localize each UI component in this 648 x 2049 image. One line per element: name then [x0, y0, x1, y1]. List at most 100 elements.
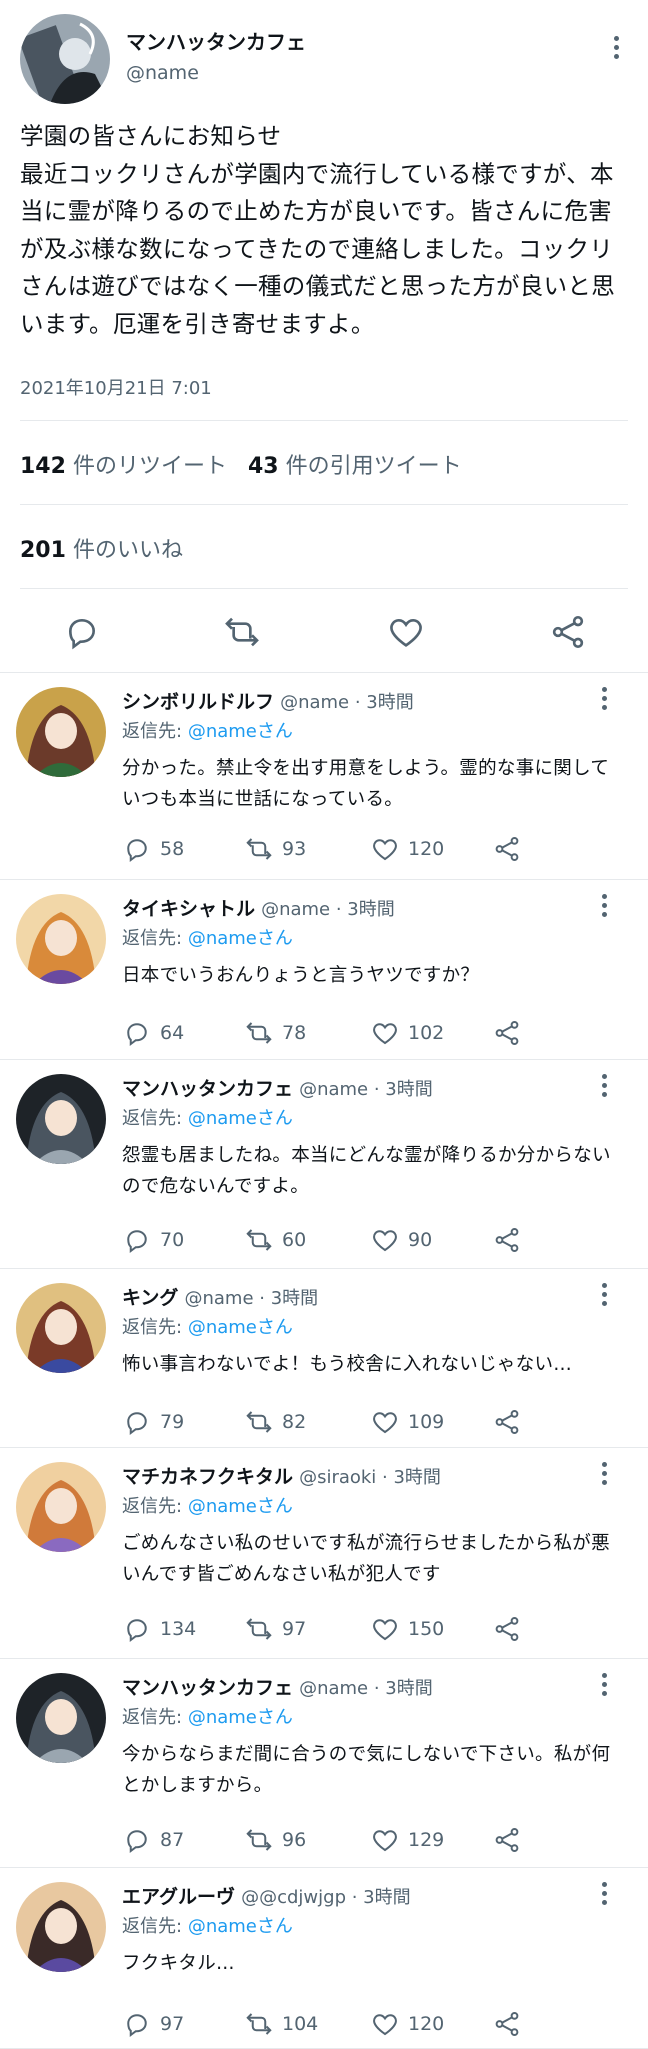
reply-display-name[interactable]: キング — [122, 1287, 178, 1309]
reply-author[interactable]: マチカネフクキタル @siraoki · 3時間 — [122, 1462, 441, 1489]
more-icon[interactable] — [594, 1673, 614, 1699]
reply-display-name[interactable]: マチカネフクキタル — [122, 1466, 293, 1488]
display-name[interactable]: マンハッタンカフェ — [126, 26, 306, 55]
reply-button[interactable]: 97 — [122, 2006, 184, 2042]
like-button[interactable]: 120 — [370, 2006, 444, 2042]
retweet-button[interactable]: 96 — [244, 1822, 306, 1858]
reply-count: 79 — [160, 1411, 185, 1433]
reply-icon[interactable] — [62, 612, 102, 652]
mention-link[interactable]: @nameさん — [188, 1916, 293, 1937]
reply-display-name[interactable]: マンハッタンカフェ — [122, 1078, 293, 1100]
retweet-button[interactable]: 97 — [244, 1611, 306, 1647]
like-button[interactable]: 90 — [370, 1222, 432, 1258]
reply-tweet[interactable]: タイキシャトル @name · 3時間 返信先: @nameさん 日本でいうおんりょ… — [0, 880, 648, 1059]
share-icon — [492, 1825, 522, 1855]
share-button[interactable] — [492, 1404, 522, 1440]
reply-button[interactable]: 87 — [122, 1822, 184, 1858]
mention-link[interactable]: @nameさん — [188, 1108, 293, 1129]
reply-meta: @@cdjwjgp · 3時間 — [241, 1887, 411, 1908]
reply-button[interactable]: 64 — [122, 1015, 184, 1051]
reply-author[interactable]: シンボリルドルフ @name · 3時間 — [122, 687, 414, 714]
share-icon — [492, 2009, 522, 2039]
reply-display-name[interactable]: タイキシャトル — [122, 898, 255, 920]
avatar[interactable] — [16, 1882, 106, 1972]
share-button[interactable] — [492, 1822, 522, 1858]
retweet-button[interactable]: 93 — [244, 831, 306, 867]
retweet-icon — [244, 1225, 274, 1255]
share-button[interactable] — [492, 2006, 522, 2042]
avatar[interactable] — [20, 14, 110, 104]
reply-tweet[interactable]: マンハッタンカフェ @name · 3時間 返信先: @nameさん 今からならまだ… — [0, 1659, 648, 1867]
reply-button[interactable]: 79 — [122, 1404, 184, 1440]
tweet-timestamp[interactable]: 2021年10月21日 7:01 — [20, 374, 212, 400]
reply-count: 97 — [160, 2013, 185, 2035]
reply-author[interactable]: タイキシャトル @name · 3時間 — [122, 894, 395, 921]
mention-link[interactable]: @nameさん — [188, 721, 293, 742]
share-icon[interactable] — [548, 612, 588, 652]
like-button[interactable]: 102 — [370, 1015, 444, 1051]
share-icon — [492, 834, 522, 864]
like-button[interactable]: 109 — [370, 1404, 444, 1440]
tweet-header: マンハッタンカフェ @name — [20, 14, 628, 106]
reply-button[interactable]: 58 — [122, 831, 184, 867]
retweet-button[interactable]: 104 — [244, 2006, 318, 2042]
more-icon[interactable] — [594, 1074, 614, 1100]
reply-display-name[interactable]: シンボリルドルフ — [122, 691, 274, 713]
more-icon[interactable] — [594, 894, 614, 920]
avatar[interactable] — [16, 1673, 106, 1763]
reply-to-label: 返信先: — [122, 1108, 183, 1129]
like-button[interactable]: 150 — [370, 1611, 444, 1647]
reply-icon — [122, 834, 152, 864]
reply-tweet[interactable]: エアグルーヴ @@cdjwjgp · 3時間 返信先: @nameさん フクキタル…… — [0, 1868, 648, 2048]
user-handle[interactable]: @name — [126, 62, 199, 84]
reply-to-line: 返信先: @nameさん — [122, 1703, 293, 1729]
avatar[interactable] — [16, 1462, 106, 1552]
reply-button[interactable]: 134 — [122, 1611, 196, 1647]
like-stats[interactable]: 201 件のいいね — [20, 532, 183, 564]
reply-author[interactable]: マンハッタンカフェ @name · 3時間 — [122, 1074, 433, 1101]
mention-link[interactable]: @nameさん — [188, 928, 293, 949]
reply-button[interactable]: 70 — [122, 1222, 184, 1258]
avatar[interactable] — [16, 1283, 106, 1373]
reply-count: 134 — [160, 1618, 197, 1640]
retweet-button[interactable]: 82 — [244, 1404, 306, 1440]
avatar[interactable] — [16, 894, 106, 984]
more-icon[interactable] — [594, 1283, 614, 1309]
retweet-icon[interactable] — [222, 612, 262, 652]
heart-icon[interactable] — [386, 612, 426, 652]
reply-author[interactable]: マンハッタンカフェ @name · 3時間 — [122, 1673, 433, 1700]
retweet-stats[interactable]: 142 件のリツイート 43 件の引用ツイート — [20, 448, 462, 480]
mention-link[interactable]: @nameさん — [188, 1317, 293, 1338]
reply-count: 87 — [160, 1829, 185, 1851]
reply-tweet[interactable]: マチカネフクキタル @siraoki · 3時間 返信先: @nameさん ごめんな… — [0, 1448, 648, 1658]
divider — [20, 420, 628, 421]
reply-text: フクキタル… — [122, 1953, 235, 1974]
more-icon[interactable] — [594, 1462, 614, 1488]
share-button[interactable] — [492, 1611, 522, 1647]
avatar[interactable] — [16, 687, 106, 777]
reply-display-name[interactable]: マンハッタンカフェ — [122, 1677, 293, 1699]
avatar[interactable] — [16, 1074, 106, 1164]
retweet-button[interactable]: 60 — [244, 1222, 306, 1258]
more-icon[interactable] — [604, 36, 628, 66]
reply-author[interactable]: キング @name · 3時間 — [122, 1283, 318, 1310]
like-count: 150 — [408, 1618, 445, 1640]
mention-link[interactable]: @nameさん — [188, 1496, 293, 1517]
reply-tweet[interactable]: マンハッタンカフェ @name · 3時間 返信先: @nameさん 怨霊も居ました… — [0, 1060, 648, 1268]
reply-action-bar: 134 97 150 — [122, 1611, 622, 1647]
like-button[interactable]: 120 — [370, 831, 444, 867]
like-button[interactable]: 129 — [370, 1822, 444, 1858]
more-icon[interactable] — [594, 1882, 614, 1908]
reply-icon — [122, 1614, 152, 1644]
more-icon[interactable] — [594, 687, 614, 713]
retweet-count: 78 — [282, 1022, 307, 1044]
reply-tweet[interactable]: キング @name · 3時間 返信先: @nameさん 怖い事言わないでよ！もう校… — [0, 1269, 648, 1447]
reply-author[interactable]: エアグルーヴ @@cdjwjgp · 3時間 — [122, 1882, 411, 1909]
share-button[interactable] — [492, 1222, 522, 1258]
retweet-button[interactable]: 78 — [244, 1015, 306, 1051]
mention-link[interactable]: @nameさん — [188, 1707, 293, 1728]
reply-tweet[interactable]: シンボリルドルフ @name · 3時間 返信先: @nameさん 分かった。禁止令… — [0, 673, 648, 879]
share-button[interactable] — [492, 831, 522, 867]
reply-display-name[interactable]: エアグルーヴ — [122, 1886, 235, 1908]
share-button[interactable] — [492, 1015, 522, 1051]
